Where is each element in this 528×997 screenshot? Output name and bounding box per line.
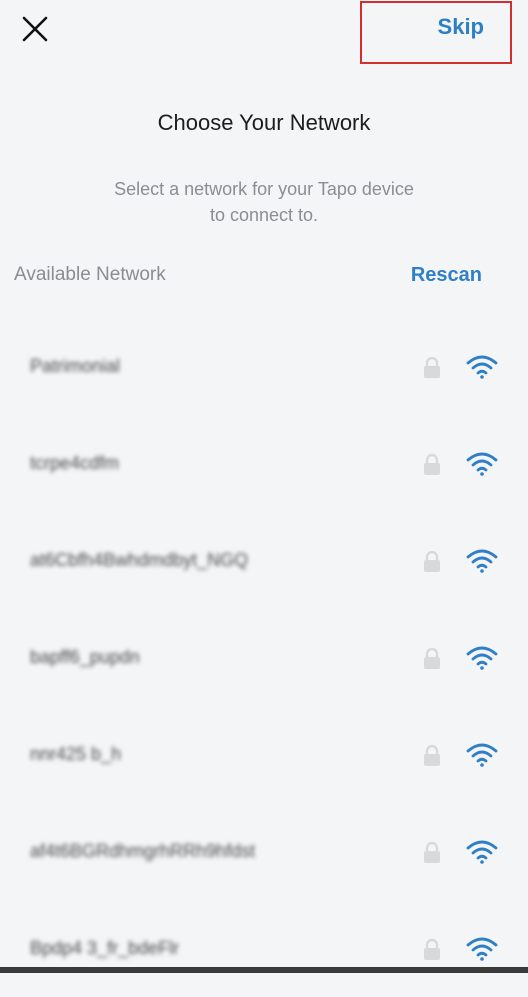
top-bar: Skip <box>0 0 528 70</box>
lock-icon <box>420 744 444 768</box>
network-name: nnr425 b_h <box>30 744 122 764</box>
wifi-icon <box>466 451 498 477</box>
lock-icon <box>420 356 444 380</box>
network-name: at6Cbfh4Bwhdmdbyt_NGQ <box>30 550 249 570</box>
lock-icon <box>420 453 444 477</box>
network-row[interactable]: Bpdp4 3_fr_bdeFlr <box>0 900 528 997</box>
network-row[interactable]: tcrpe4cdfm <box>0 415 528 512</box>
available-network-label: Available Network <box>14 264 166 285</box>
page-title: Choose Your Network <box>157 110 371 135</box>
close-icon[interactable] <box>18 12 54 48</box>
network-row[interactable]: bapff6_pupdn <box>0 609 528 706</box>
network-name: Patrimonial <box>30 356 121 376</box>
wifi-icon <box>466 645 498 671</box>
skip-button[interactable]: Skip <box>438 14 484 40</box>
lock-icon <box>420 647 444 671</box>
lock-icon <box>420 938 444 962</box>
subtitle-line-2: to connect to. <box>209 205 319 225</box>
network-name: af4t6BGRdhmgrhRRh9hfdst <box>30 841 256 861</box>
wifi-icon <box>466 742 498 768</box>
network-list: Patrimonial tcrpe4cdfm at6Cbfh4Bwhdmdbyt… <box>0 318 528 997</box>
wifi-icon <box>466 839 498 865</box>
subtitle-line-1: Select a network for your Tapo device <box>114 179 414 199</box>
wifi-icon <box>466 936 498 962</box>
network-name: tcrpe4cdfm <box>30 453 120 473</box>
network-row[interactable]: af4t6BGRdhmgrhRRh9hfdst <box>0 803 528 900</box>
network-row[interactable]: nnr425 b_h <box>0 706 528 803</box>
network-row[interactable]: at6Cbfh4Bwhdmdbyt_NGQ <box>0 512 528 609</box>
lock-icon <box>420 550 444 574</box>
network-name: bapff6_pupdn <box>30 647 140 667</box>
network-name: Bpdp4 3_fr_bdeFlr <box>30 938 180 958</box>
network-row[interactable]: Patrimonial <box>0 318 528 415</box>
rescan-button[interactable]: Rescan <box>411 264 482 287</box>
wifi-icon <box>466 354 498 380</box>
page-subtitle: Select a network for your Tapo device to… <box>60 176 468 228</box>
bottom-edge <box>0 967 528 973</box>
wifi-icon <box>466 548 498 574</box>
lock-icon <box>420 841 444 865</box>
skip-highlight-box <box>360 1 512 64</box>
